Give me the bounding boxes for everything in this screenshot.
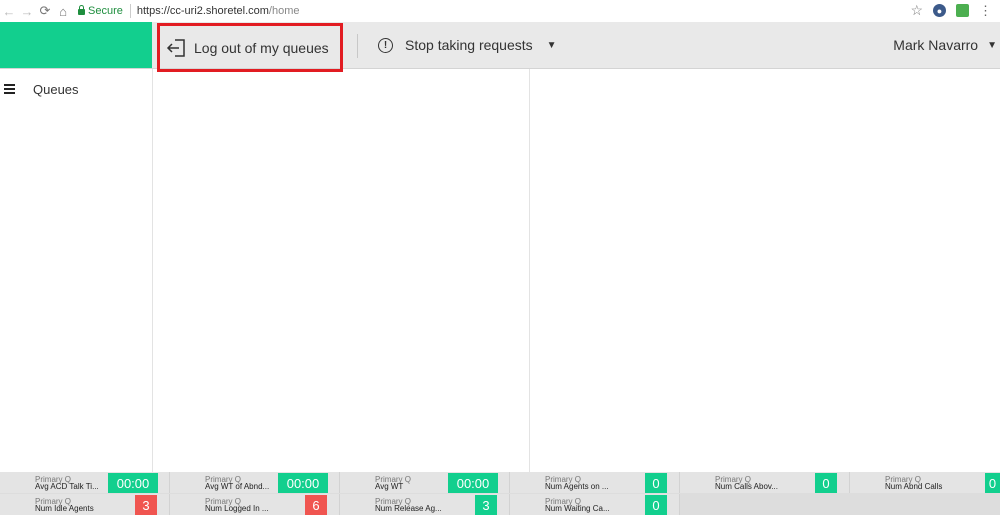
info-icon: ! bbox=[378, 37, 393, 53]
bookmark-star-icon[interactable]: ☆ bbox=[910, 2, 923, 19]
stat-value: 0 bbox=[645, 495, 667, 515]
stat-name: Avg WT of Abnd... bbox=[205, 482, 270, 491]
stat-name: Avg ACD Talk Ti... bbox=[35, 482, 99, 491]
stat-value: 6 bbox=[305, 495, 327, 515]
right-pane bbox=[530, 69, 1000, 472]
stat-value: 00:00 bbox=[448, 473, 498, 493]
chevron-down-icon: ▼ bbox=[987, 39, 997, 51]
url-text[interactable]: https://cc-uri2.shoretel.com/home bbox=[137, 5, 300, 17]
stats-row-1: Primary Q Avg ACD Talk Ti... 00:00 Prima… bbox=[0, 472, 1000, 493]
user-menu[interactable]: Mark Navarro ▼ bbox=[893, 22, 997, 68]
stat-value: 3 bbox=[135, 495, 157, 515]
stat-value: 0 bbox=[645, 473, 667, 493]
forward-arrow-icon[interactable]: → bbox=[18, 4, 36, 19]
logout-queues-label: Log out of my queues bbox=[194, 39, 329, 56]
stat-value: 0 bbox=[815, 473, 837, 493]
stat-name: Num Release Ag... bbox=[375, 504, 442, 513]
sidebar-item-queues[interactable]: Queues bbox=[0, 69, 152, 109]
brand-block bbox=[0, 22, 152, 68]
stat-name: Num Idle Agents bbox=[35, 504, 94, 513]
app-header: Log out of my queues ! Stop taking reque… bbox=[0, 22, 1000, 72]
back-arrow-icon[interactable]: ← bbox=[0, 4, 18, 19]
stat-value: 0 bbox=[985, 473, 1000, 493]
stat-tile: Primary Q Num Release Ag... 3 bbox=[340, 494, 510, 515]
sidebar: Queues bbox=[0, 69, 153, 472]
stat-value: 00:00 bbox=[278, 473, 328, 493]
middle-pane bbox=[153, 69, 530, 472]
stats-row-2: Primary Q Num Idle Agents 3 Primary Q Nu… bbox=[0, 494, 1000, 515]
stat-tile: Primary Q Num Idle Agents 3 bbox=[0, 494, 170, 515]
home-icon[interactable]: ⌂ bbox=[54, 4, 72, 19]
stat-name: Avg WT bbox=[375, 482, 404, 491]
stat-name: Num Waiting Ca... bbox=[545, 504, 610, 513]
queue-stats-bar: Primary Q Avg ACD Talk Ti... 00:00 Prima… bbox=[0, 472, 1000, 515]
stop-taking-requests-label: Stop taking requests bbox=[405, 37, 533, 53]
stat-tile: Primary Q Avg WT 00:00 bbox=[340, 472, 510, 493]
stat-name: Num Calls Abov... bbox=[715, 482, 778, 491]
hamburger-menu-icon[interactable] bbox=[4, 84, 15, 94]
secure-label: Secure bbox=[88, 5, 123, 17]
extension-icon[interactable]: ● bbox=[933, 4, 946, 17]
stat-value: 00:00 bbox=[108, 473, 158, 493]
stat-value: 3 bbox=[475, 495, 497, 515]
stat-name: Num Logged In ... bbox=[205, 504, 269, 513]
address-bar[interactable]: Secure https://cc-uri2.shoretel.com/home bbox=[78, 0, 300, 22]
stop-taking-requests-button[interactable]: ! Stop taking requests ▼ bbox=[378, 22, 557, 68]
stat-name: Num Abnd Calls bbox=[885, 482, 943, 491]
chevron-down-icon[interactable]: ▼ bbox=[547, 40, 557, 51]
url-host: https://cc-uri2.shoretel.com bbox=[136, 5, 269, 17]
stat-tile: Primary Q Num Logged In ... 6 bbox=[170, 494, 340, 515]
lock-icon bbox=[78, 5, 85, 15]
browser-toolbar: ← → ⟳ ⌂ Secure https://cc-uri2.shoretel.… bbox=[0, 0, 1000, 23]
user-name: Mark Navarro bbox=[893, 37, 979, 53]
stat-tile: Primary Q Num Calls Abov... 0 bbox=[680, 472, 850, 493]
secure-indicator[interactable]: Secure bbox=[78, 4, 131, 18]
reload-icon[interactable]: ⟳ bbox=[36, 3, 54, 19]
stat-name: Num Agents on ... bbox=[545, 482, 609, 491]
stat-tile: Primary Q Num Abnd Calls 0 bbox=[850, 472, 1000, 493]
sidebar-item-label: Queues bbox=[33, 81, 79, 97]
logout-icon bbox=[166, 38, 185, 57]
stat-tile: Primary Q Num Waiting Ca... 0 bbox=[510, 494, 680, 515]
browser-menu-icon[interactable]: ⋮ bbox=[979, 4, 992, 17]
header-divider bbox=[357, 34, 358, 58]
stat-tile: Primary Q Avg WT of Abnd... 00:00 bbox=[170, 472, 340, 493]
logout-queues-button[interactable]: Log out of my queues bbox=[157, 23, 343, 72]
stat-tile: Primary Q Avg ACD Talk Ti... 00:00 bbox=[0, 472, 170, 493]
extension-icon-2[interactable] bbox=[956, 4, 969, 17]
stat-tile: Primary Q Num Agents on ... 0 bbox=[510, 472, 680, 493]
url-path: /home bbox=[268, 5, 300, 17]
